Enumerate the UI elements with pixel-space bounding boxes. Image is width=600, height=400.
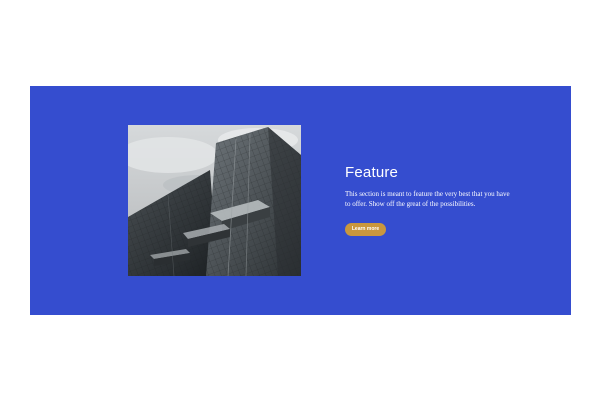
learn-more-button[interactable]: Learn more xyxy=(345,223,386,236)
feature-description: This section is meant to feature the ver… xyxy=(345,190,510,208)
skyscraper-photo xyxy=(128,125,301,276)
feature-section: Feature This section is meant to feature… xyxy=(30,86,571,315)
page: Feature This section is meant to feature… xyxy=(0,0,600,400)
feature-text-block: Feature This section is meant to feature… xyxy=(345,164,525,209)
feature-title: Feature xyxy=(345,164,399,181)
feature-image xyxy=(128,125,301,276)
